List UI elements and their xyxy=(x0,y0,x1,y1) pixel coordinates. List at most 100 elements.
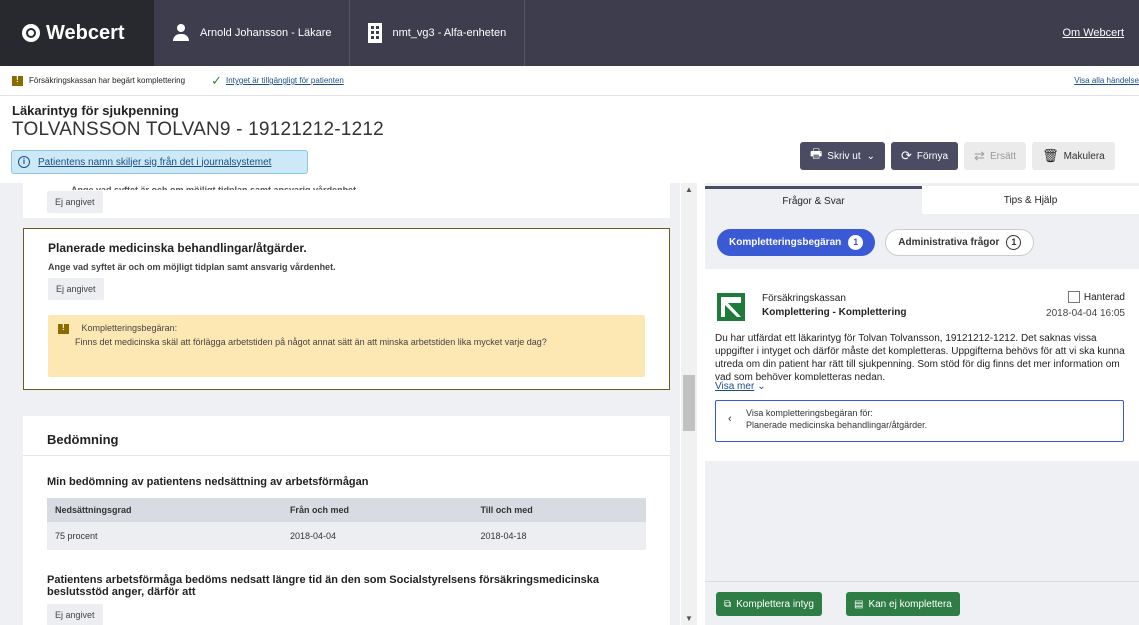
count-badge: 1 xyxy=(848,235,864,250)
panel-footer: ⧉ Komplettera intyg ▤ Kan ej komplettera xyxy=(705,581,1139,625)
longer-duration-title: Patientens arbetsförmåga bedöms nedsatt … xyxy=(47,574,600,598)
print-label: Skriv ut xyxy=(827,150,861,162)
replace-label: Ersätt xyxy=(989,150,1017,162)
tab-tips-help[interactable]: Tips & Hjälp xyxy=(922,186,1139,214)
pill-label: Kompletteringsbegäran xyxy=(729,237,842,248)
scroll-up-icon[interactable]: ▲ xyxy=(685,185,693,194)
completion-requests-pill[interactable]: Kompletteringsbegäran 1 xyxy=(717,229,876,256)
planned-title: Planerade medicinska behandlingar/åtgärd… xyxy=(48,241,307,255)
divider xyxy=(23,455,670,456)
column-header: Nedsättningsgrad xyxy=(47,498,282,522)
count-badge: 1 xyxy=(1006,235,1022,250)
table-row: 75 procent 2018-04-04 2018-04-18 xyxy=(47,522,646,550)
event-available-link[interactable]: Intyget är tillgängligt för patienten xyxy=(226,76,344,85)
complete-certificate-button[interactable]: ⧉ Komplettera intyg xyxy=(716,592,822,616)
message-icon: ▤ xyxy=(854,598,864,610)
brand[interactable]: Webcert xyxy=(0,0,154,66)
cut-subheading: Ange vad syftet är och om möjligt tidpla… xyxy=(71,185,359,190)
card-planned-treatments: Planerade medicinska behandlingar/åtgärd… xyxy=(23,228,670,390)
card-previous: Ange vad syftet är och om möjligt tidpla… xyxy=(23,183,670,218)
assessment-title: Bedömning xyxy=(47,432,119,447)
tab-questions-answers[interactable]: Frågor & Svar xyxy=(705,186,922,214)
printer-icon: 🖶 xyxy=(810,146,823,161)
not-given-value: Ej angivet xyxy=(48,278,104,300)
show-more-link[interactable]: Visa mer ⌄ xyxy=(715,381,770,392)
handled-label: Hanterad xyxy=(1083,291,1125,303)
planned-subtitle: Ange vad syftet är och om möjligt tidpla… xyxy=(48,262,336,272)
swap-icon: ⇄ xyxy=(974,148,985,163)
work-capacity-table: Nedsättningsgrad Från och med Till och m… xyxy=(47,498,646,550)
complete-label: Komplettera intyg xyxy=(736,598,814,610)
assessment-subtitle: Min bedömning av patientens nedsättning … xyxy=(47,476,369,488)
question-card: Försäkringskassan Komplettering - Komple… xyxy=(705,269,1139,461)
user-info: Arnold Johansson - Läkare xyxy=(154,0,351,66)
top-header: Webcert Arnold Johansson - Läkare nmt_vg… xyxy=(0,0,1139,66)
trash-icon: 🗑 xyxy=(1042,148,1059,163)
brand-name: Webcert xyxy=(46,21,125,44)
name-mismatch-banner[interactable]: i Patientens namn skiljer sig från det i… xyxy=(11,150,308,174)
revoke-label: Makulera xyxy=(1063,150,1105,162)
copy-icon: ⧉ xyxy=(724,598,732,610)
certificate-form: Ange vad syftet är och om möjligt tidpla… xyxy=(0,183,680,625)
unit-info: nmt_vg3 - Alfa-enheten xyxy=(350,0,526,66)
panel-tabs: Frågor & Svar Tips & Hjälp xyxy=(705,186,1139,214)
column-header: Från och med xyxy=(281,498,473,522)
show-request-label: Visa kompletteringsbegäran för: xyxy=(746,408,873,418)
action-toolbar: 🖶 Skriv ut ⌄ ⟳ Förnya ⇄ Ersätt 🗑 Makuler… xyxy=(800,142,1115,170)
renew-button[interactable]: ⟳ Förnya xyxy=(891,142,959,170)
patient-name: TOLVANSSON TOLVAN9 - 19121212-1212 xyxy=(12,119,384,140)
question-message: Du har utfärdat ett läkarintyg för Tolva… xyxy=(715,333,1125,380)
name-mismatch-text[interactable]: Patientens namn skiljer sig från det i j… xyxy=(38,157,271,168)
show-request-for-button[interactable]: ‹ Visa kompletteringsbegäran för: Planer… xyxy=(715,400,1124,442)
warning-text: Finns det medicinska skäl att förlägga a… xyxy=(75,336,547,347)
show-more-label: Visa mer xyxy=(715,381,755,392)
scroll-down-icon[interactable]: ▼ xyxy=(685,614,693,623)
forsakringskassan-logo-icon xyxy=(717,293,745,321)
cannot-complete-button[interactable]: ▤ Kan ej komplettera xyxy=(846,592,960,616)
table-cell: 75 procent xyxy=(47,522,282,550)
flag-icon xyxy=(12,75,23,86)
question-sender: Försäkringskassan xyxy=(762,293,846,304)
user-icon xyxy=(172,24,190,42)
table-cell: 2018-04-04 xyxy=(281,522,473,550)
not-given-value: Ej angivet xyxy=(47,604,103,625)
admin-questions-pill[interactable]: Administrativa frågor 1 xyxy=(885,229,1035,256)
webcert-logo-icon xyxy=(22,24,40,42)
renew-icon: ⟳ xyxy=(901,148,912,163)
chevron-down-icon: ⌄ xyxy=(866,150,876,162)
replace-button[interactable]: ⇄ Ersätt xyxy=(964,142,1027,170)
completion-warning: Kompletteringsbegäran: Finns det medicin… xyxy=(48,315,645,377)
chevron-down-icon: ⌄ xyxy=(757,381,766,392)
not-given-value: Ej angivet xyxy=(47,191,103,213)
column-header: Till och med xyxy=(472,498,646,522)
renew-label: Förnya xyxy=(916,150,949,162)
event-bar: Försäkringskassan har begärt kompletteri… xyxy=(0,66,1139,96)
warning-title: Kompletteringsbegäran: xyxy=(81,323,178,333)
unit-name: nmt_vg3 - Alfa-enheten xyxy=(392,27,507,39)
card-assessment: Bedömning Min bedömning av patientens ne… xyxy=(23,416,670,625)
event-completion-requested: Försäkringskassan har begärt kompletteri… xyxy=(29,76,186,85)
print-button[interactable]: 🖶 Skriv ut ⌄ xyxy=(800,142,886,170)
cannot-complete-label: Kan ej komplettera xyxy=(868,598,952,610)
revoke-button[interactable]: 🗑 Makulera xyxy=(1032,142,1115,170)
question-type: Komplettering - Komplettering xyxy=(762,307,907,318)
pill-label: Administrativa frågor xyxy=(898,237,1000,248)
flag-icon xyxy=(58,323,69,334)
table-header-row: Nedsättningsgrad Från och med Till och m… xyxy=(47,498,646,522)
checkbox[interactable] xyxy=(1067,291,1080,303)
form-scrollbar[interactable]: ▲ ▼ xyxy=(681,183,697,625)
check-icon: ✓ xyxy=(211,72,222,88)
chevron-left-icon: ‹ xyxy=(728,413,732,425)
question-date: 2018-04-04 16:05 xyxy=(1046,308,1125,319)
show-all-events-link[interactable]: Visa alla händelse xyxy=(1074,76,1139,85)
handled-checkbox[interactable]: Hanterad xyxy=(1067,291,1125,303)
building-icon xyxy=(368,23,383,43)
document-type: Läkarintyg för sjukpenning xyxy=(12,103,179,118)
show-request-target: Planerade medicinska behandlingar/åtgärd… xyxy=(746,420,928,430)
questions-panel: Frågor & Svar Tips & Hjälp Komplettering… xyxy=(705,183,1139,625)
question-filter: Kompletteringsbegäran 1 Administrativa f… xyxy=(717,229,1035,256)
scroll-thumb[interactable] xyxy=(683,375,695,431)
info-icon: i xyxy=(18,156,30,168)
user-name: Arnold Johansson - Läkare xyxy=(200,27,332,39)
about-webcert-link[interactable]: Om Webcert xyxy=(1062,27,1124,39)
